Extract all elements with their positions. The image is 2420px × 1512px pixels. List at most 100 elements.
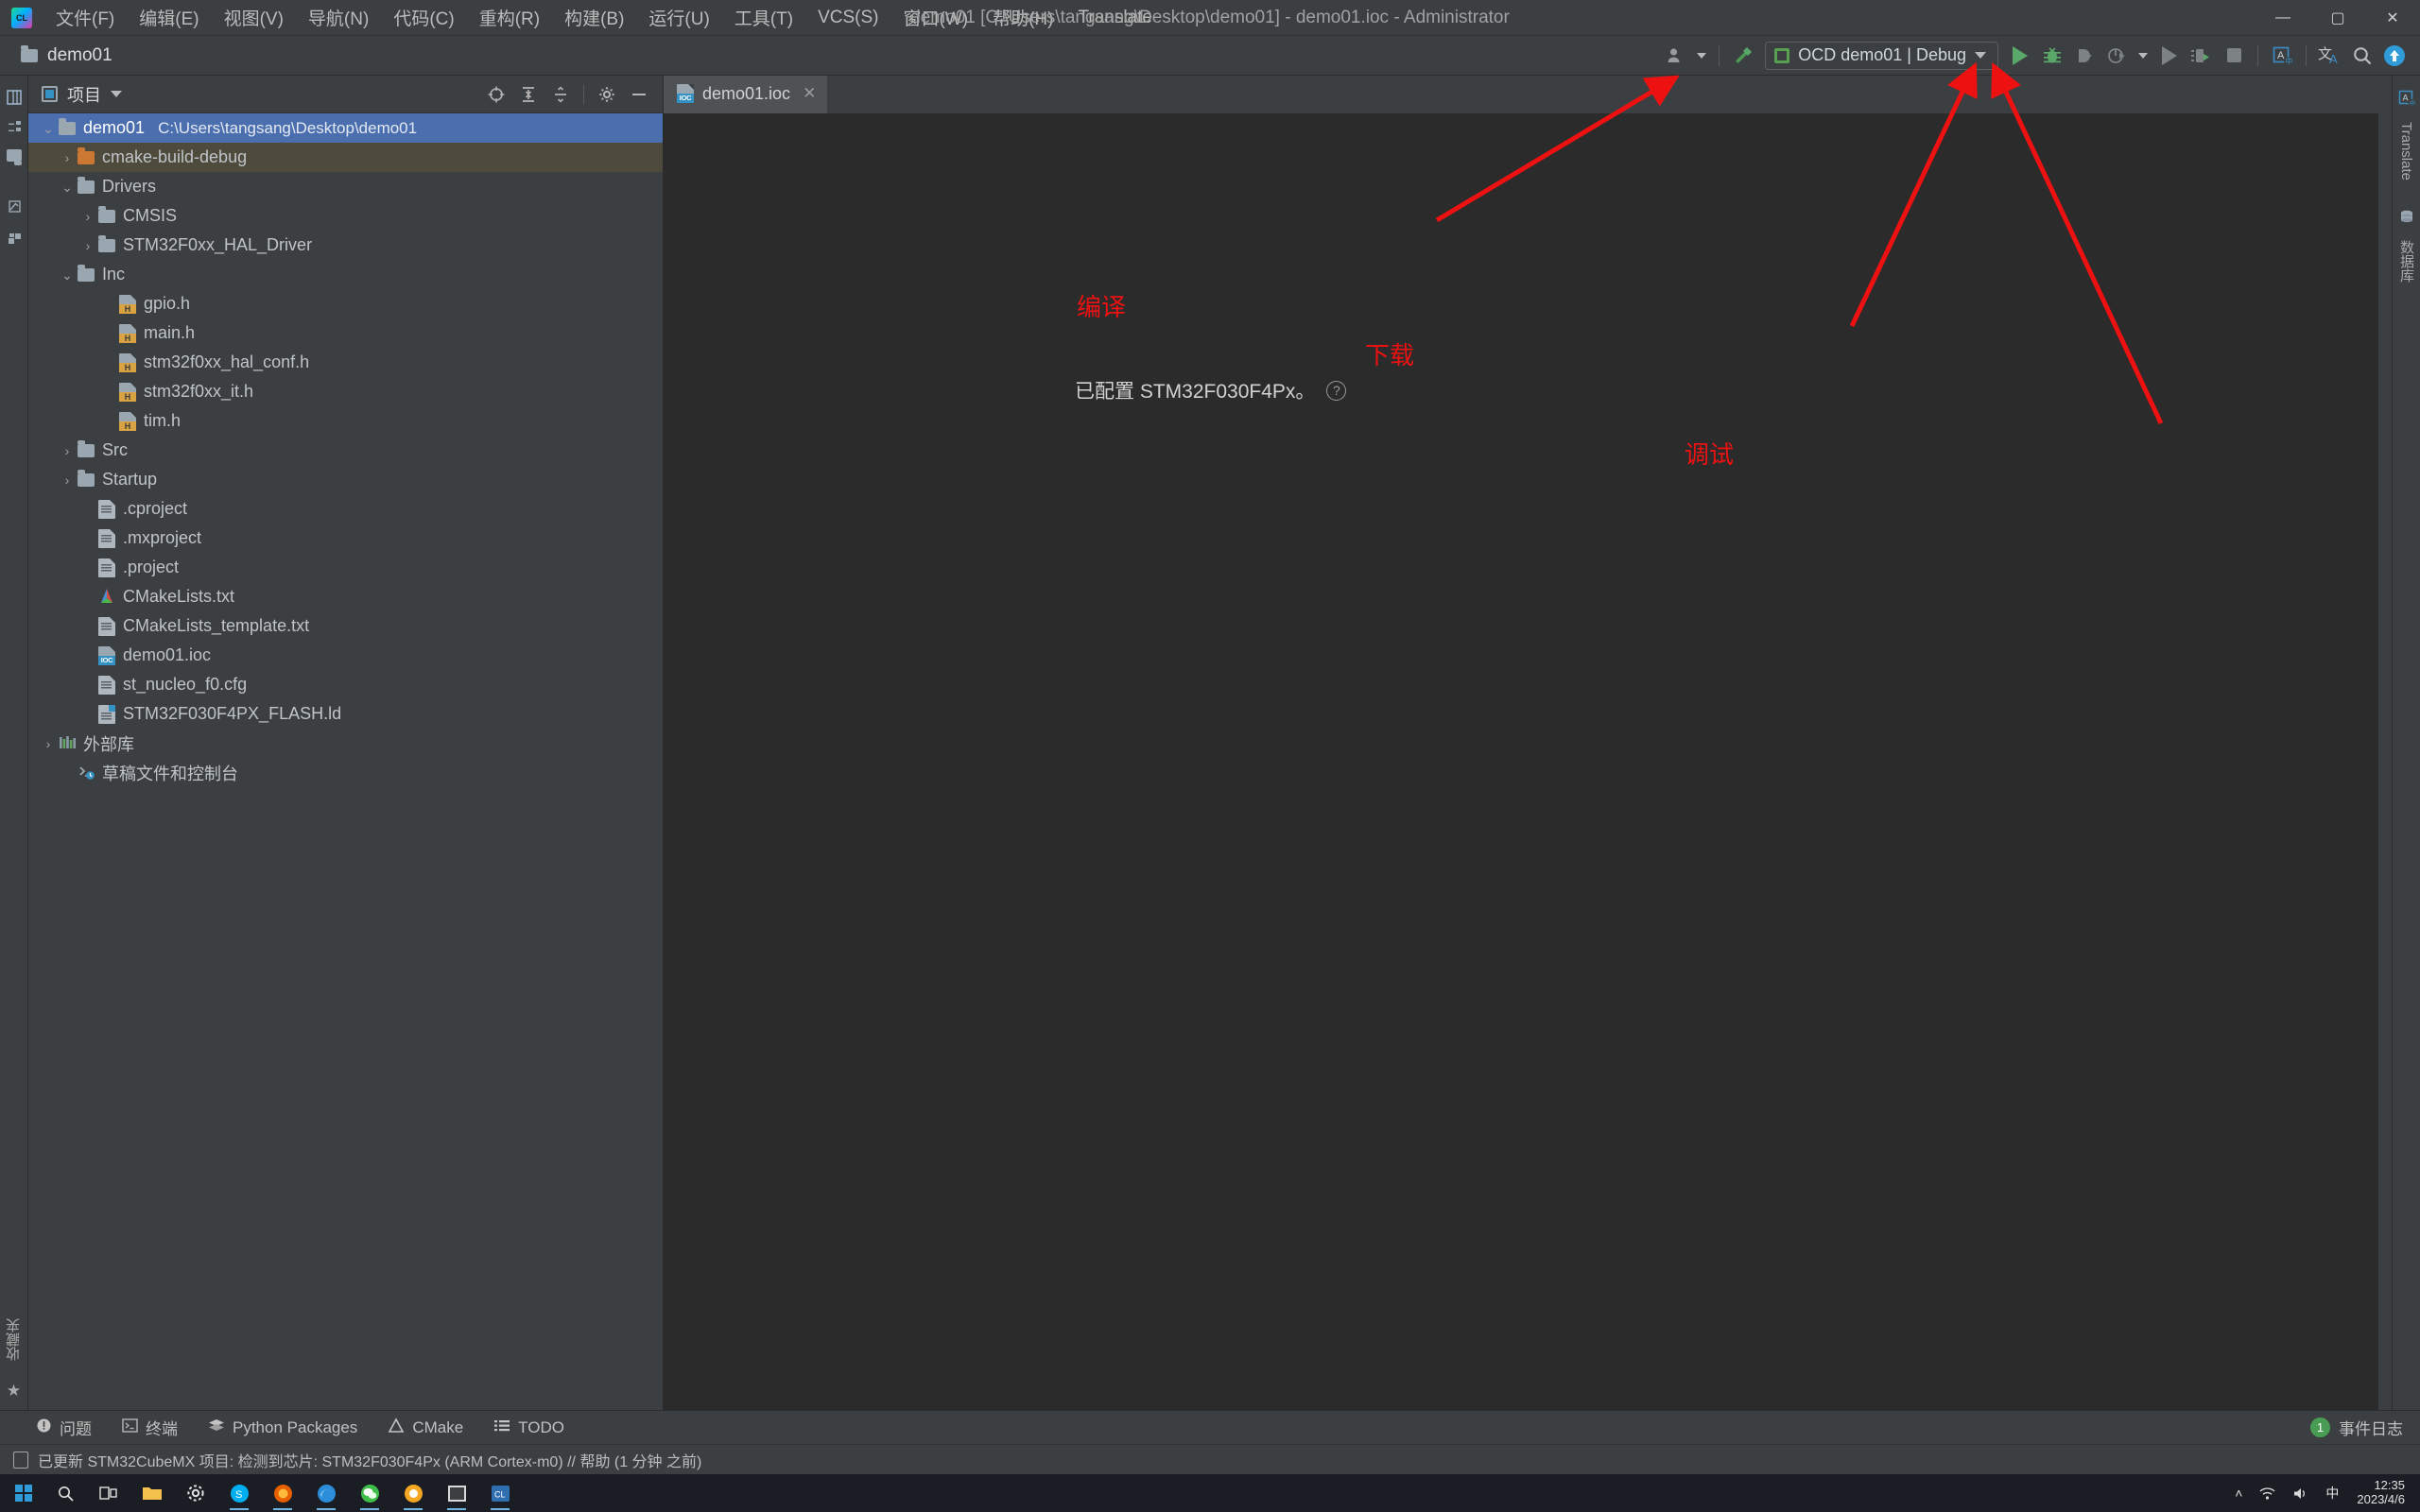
menu-help[interactable]: 帮助(H) [980, 2, 1065, 33]
tree-row-stm32f0xx-hal-conf-h[interactable]: › stm32f0xx_hal_conf.h [28, 348, 663, 377]
tree-row-scratches-and-consoles[interactable]: › 草稿文件和控制台 [28, 758, 663, 787]
taskbar-clock[interactable]: 12:35 2023/4/6 [2347, 1478, 2414, 1507]
tool-window-cmake[interactable]: CMake [372, 1417, 478, 1438]
more-run-options-icon[interactable] [2133, 40, 2153, 72]
tree-row-cproject[interactable]: › .cproject [28, 494, 663, 524]
run-button[interactable] [2004, 40, 2036, 72]
tree-row-startup[interactable]: › Startup [28, 465, 663, 494]
run-with-coverage-icon[interactable] [2100, 40, 2133, 72]
update-icon[interactable] [2378, 40, 2411, 72]
tool-window-todo[interactable]: TODO [478, 1418, 579, 1438]
stop-icon[interactable] [2218, 40, 2250, 72]
menu-file[interactable]: 文件(F) [43, 2, 127, 33]
hide-icon[interactable] [625, 80, 653, 109]
tree-row-mxproject[interactable]: › .mxproject [28, 524, 663, 553]
search-icon[interactable] [2346, 40, 2378, 72]
chevron-down-icon[interactable]: ⌄ [57, 268, 78, 282]
star-icon[interactable]: ★ [7, 1382, 21, 1400]
taskbar-cubemx-icon[interactable] [435, 1474, 478, 1512]
tree-row-tim-h[interactable]: › tim.h [28, 406, 663, 436]
tool-window-build[interactable] [6, 222, 23, 254]
start-icon[interactable] [4, 1474, 43, 1512]
menu-view[interactable]: 视图(V) [212, 2, 296, 33]
editor-scrollbar[interactable] [2378, 76, 2392, 1410]
taskbar-explorer-icon[interactable] [130, 1474, 174, 1512]
tool-window-favorites[interactable]: 收藏夹 [4, 1311, 24, 1368]
event-log-group[interactable]: 1 事件日志 [2310, 1416, 2420, 1439]
menu-code[interactable]: 代码(C) [381, 2, 466, 33]
user-dropdown-icon[interactable] [1692, 40, 1711, 72]
taskbar-search-icon[interactable] [43, 1474, 87, 1512]
ioc-editor-canvas[interactable]: 已配置 STM32F030F4Px。 ? 编译 下载 调试 [664, 113, 2378, 1410]
tree-row-drivers[interactable]: ⌄ Drivers [28, 172, 663, 201]
expand-all-icon[interactable] [514, 80, 543, 109]
tool-window-folder[interactable] [6, 142, 22, 169]
tool-window-structure[interactable] [6, 110, 23, 142]
build-hammer-icon[interactable] [1727, 40, 1759, 72]
tree-row-main-h[interactable]: › main.h [28, 318, 663, 348]
tree-row-cmsis[interactable]: › CMSIS [28, 201, 663, 231]
tree-row-demo01[interactable]: ⌄ demo01 C:\Users\tangsang\Desktop\demo0… [28, 113, 663, 143]
chevron-right-icon[interactable]: › [78, 239, 98, 252]
tool-window-terminal[interactable]: 终端 [107, 1416, 193, 1439]
tree-row-gpio-h[interactable]: › gpio.h [28, 289, 663, 318]
tree-row-stm32f0xx-it-h[interactable]: › stm32f0xx_it.h [28, 377, 663, 406]
taskbar-firefox-icon[interactable] [261, 1474, 304, 1512]
help-icon[interactable]: ? [1326, 380, 1347, 401]
taskbar-clion-icon[interactable]: CL [478, 1474, 522, 1512]
debug-button[interactable] [2036, 40, 2068, 72]
tray-expand-icon[interactable]: ˄ [2226, 1474, 2251, 1512]
chevron-right-icon[interactable]: › [78, 210, 98, 223]
tray-volume-icon[interactable] [2284, 1474, 2317, 1512]
tree-row-cmake-build-debug[interactable]: › cmake-build-debug [28, 143, 663, 172]
tree-row-external-libraries[interactable]: › 外部库 [28, 729, 663, 758]
menu-vcs[interactable]: VCS(S) [805, 5, 890, 31]
translate-icon[interactable]: 文 A [2314, 40, 2346, 72]
tool-window-problems[interactable]: 问题 [21, 1416, 107, 1439]
taskbar-edge-icon[interactable] [304, 1474, 348, 1512]
close-icon[interactable]: ✕ [803, 84, 816, 103]
tree-row-demo01-ioc[interactable]: › demo01.ioc [28, 641, 663, 670]
project-tree[interactable]: ⌄ demo01 C:\Users\tangsang\Desktop\demo0… [28, 113, 663, 1410]
close-button[interactable]: ✕ [2365, 0, 2420, 36]
project-chip[interactable]: demo01 [0, 44, 112, 66]
chevron-right-icon[interactable]: › [38, 737, 59, 750]
taskbar-wechat-icon[interactable] [348, 1474, 391, 1512]
run-configuration-selector[interactable]: OCD demo01 | Debug [1765, 41, 1998, 70]
tree-row-cmakelists-txt[interactable]: › CMakeLists.txt [28, 582, 663, 611]
database-icon[interactable] [2398, 188, 2415, 232]
flash-icon[interactable] [2186, 40, 2218, 72]
tree-row-stm32f0xx-hal-driver[interactable]: › STM32F0xx_HAL_Driver [28, 231, 663, 260]
chevron-right-icon[interactable]: › [57, 473, 78, 487]
menu-tools[interactable]: 工具(T) [722, 2, 805, 33]
tree-row-stm32f030f4px-flash-ld[interactable]: › STM32F030F4PX_FLASH.ld [28, 699, 663, 729]
tool-window-database[interactable]: 数据库 [2396, 232, 2416, 290]
tool-window-translate[interactable]: Translate [2398, 114, 2414, 188]
attach-process-icon[interactable] [2068, 40, 2100, 72]
tray-ime-icon[interactable]: 中 [2317, 1474, 2347, 1512]
translate-panel-icon[interactable]: A 中 [2266, 40, 2298, 72]
menu-edit[interactable]: 编辑(E) [127, 2, 211, 33]
tree-row-src[interactable]: › Src [28, 436, 663, 465]
menu-run[interactable]: 运行(U) [636, 2, 721, 33]
gear-icon[interactable] [593, 80, 621, 109]
menu-translate[interactable]: Translate [1065, 5, 1165, 31]
taskbar-task-view-icon[interactable] [87, 1474, 130, 1512]
chevron-down-icon[interactable]: ⌄ [38, 122, 59, 135]
tree-row-project[interactable]: › .project [28, 553, 663, 582]
taskbar-skype-icon[interactable]: S [217, 1474, 261, 1512]
tool-window-commit[interactable] [6, 190, 23, 222]
rerun-icon[interactable] [2153, 40, 2186, 72]
collapse-all-icon[interactable] [546, 80, 575, 109]
chevron-down-icon[interactable] [111, 91, 122, 97]
chevron-right-icon[interactable]: › [57, 151, 78, 164]
menu-refactor[interactable]: 重构(R) [467, 2, 552, 33]
locate-target-icon[interactable] [482, 80, 510, 109]
maximize-button[interactable]: ▢ [2310, 0, 2365, 36]
tool-window-python-packages[interactable]: Python Packages [193, 1418, 372, 1438]
menu-navigate[interactable]: 导航(N) [296, 2, 381, 33]
tree-row-cmakelists-template-txt[interactable]: › CMakeLists_template.txt [28, 611, 663, 641]
chevron-down-icon[interactable]: ⌄ [57, 180, 78, 194]
tool-window-project[interactable] [6, 81, 23, 110]
taskbar-settings-icon[interactable] [174, 1474, 217, 1512]
